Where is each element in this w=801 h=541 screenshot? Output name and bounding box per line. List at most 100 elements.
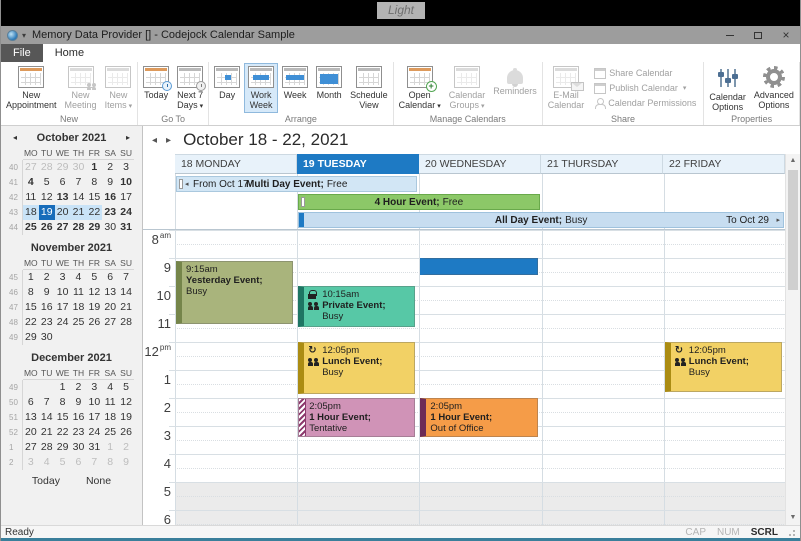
previous-period-button[interactable]: ◂ [152,135,157,146]
mini-calendar-day[interactable]: 15 [86,190,102,205]
mini-calendar-day[interactable]: 29 [23,330,39,345]
mini-calendar-day[interactable]: 14 [71,190,87,205]
mini-calendar-day[interactable]: 14 [118,285,134,300]
mini-calendar-day[interactable]: 17 [55,300,71,315]
next-month-icon[interactable]: ▸ [122,133,134,142]
mini-calendar-day[interactable]: 30 [102,220,118,235]
next-period-button[interactable]: ▸ [166,135,171,146]
previous-month-icon[interactable]: ◂ [9,133,21,142]
event-resize-handle[interactable] [301,197,305,207]
mini-calendar-day[interactable]: 25 [23,220,39,235]
mini-calendar-day[interactable]: 3 [23,455,39,470]
mini-calendar-day[interactable]: 24 [118,205,134,220]
mini-calendar-day[interactable]: 8 [23,285,39,300]
mini-calendar-day[interactable]: 30 [71,440,87,455]
mini-calendar-day[interactable]: 20 [23,425,39,440]
mini-calendar-day[interactable]: 7 [118,270,134,285]
all-day-event-multi-day-event[interactable]: ◂From Oct 17Multi Day Event;Free [176,176,417,192]
mini-calendar-day[interactable]: 4 [102,380,118,395]
day-header-21-thursday[interactable]: 21 THURSDAY [541,154,663,174]
mini-calendar-day[interactable]: 7 [86,455,102,470]
mini-calendar-day[interactable]: 6 [23,395,39,410]
mini-calendar-day[interactable]: 18 [102,410,118,425]
mini-calendar-day[interactable]: 4 [39,455,55,470]
mini-calendar-day[interactable]: 21 [118,300,134,315]
mini-calendar-day[interactable]: 28 [39,160,55,175]
mini-calendar-day[interactable]: 29 [55,160,71,175]
mini-calendar-day[interactable]: 1 [55,380,71,395]
event-1-hour-event-out-of-office[interactable]: 2:05pm1 Hour Event;Out of Office [420,398,537,437]
event-lunch-event-busy[interactable]: ↻12:05pmLunch Event;Busy [665,342,782,392]
week-button[interactable]: Week [278,63,312,113]
all-day-event-all-day-event[interactable]: All Day Event;BusyTo Oct 29▸ [298,212,784,228]
mini-calendar-day[interactable]: 6 [102,270,118,285]
open-calendar-button[interactable]: +OpenCalendar▾ [395,63,445,113]
day-header-20-wednesday[interactable]: 20 WEDNESDAY [419,154,541,174]
mini-calendar-day[interactable]: 8 [86,175,102,190]
next-7-days-button[interactable]: Next 7Days▾ [173,63,207,113]
mini-calendar-day[interactable]: 4 [23,175,39,190]
mini-calendar-day[interactable]: 7 [71,175,87,190]
mini-calendar-day[interactable]: 5 [118,380,134,395]
mini-calendar-day[interactable]: 11 [23,190,39,205]
mini-calendar-day[interactable]: 18 [23,205,39,220]
mini-calendar-day[interactable]: 2 [39,270,55,285]
mini-calendar-day[interactable]: 12 [39,190,55,205]
mini-calendar-day[interactable]: 9 [118,455,134,470]
mini-calendar-day[interactable]: 1 [86,160,102,175]
calendar-groups-button[interactable]: CalendarGroups▾ [445,63,490,113]
tab-home[interactable]: Home [43,44,96,62]
vertical-scrollbar[interactable]: ▲▼ [785,154,800,525]
mini-calendar-day[interactable]: 15 [55,410,71,425]
mini-calendar-day[interactable]: 13 [55,190,71,205]
mini-calendar-day[interactable]: 9 [71,395,87,410]
mini-calendar-day[interactable]: 28 [71,220,87,235]
mini-calendar-day[interactable]: 31 [86,440,102,455]
all-day-event-4-hour-event[interactable]: 4 Hour Event;Free [298,194,539,210]
mini-calendar-day[interactable]: 30 [71,160,87,175]
mini-calendar-day[interactable]: 24 [55,315,71,330]
mini-calendar-day[interactable]: 23 [39,315,55,330]
day-header-22-friday[interactable]: 22 FRIDAY [663,154,785,174]
mini-calendar-day[interactable]: 5 [39,175,55,190]
advanced-options-button[interactable]: AdvancedOptions [750,63,798,113]
mini-calendar-day[interactable]: 19 [118,410,134,425]
mini-calendar-day[interactable]: 25 [102,425,118,440]
mini-calendar-day[interactable]: 5 [86,270,102,285]
mini-calendar-day[interactable]: 3 [55,270,71,285]
mini-calendar-day[interactable]: 4 [71,270,87,285]
mini-calendar-day[interactable]: 16 [71,410,87,425]
mini-calendar-day[interactable]: 27 [23,160,39,175]
mini-calendar-day[interactable]: 25 [71,315,87,330]
event-lunch-event-busy[interactable]: ↻12:05pmLunch Event;Busy [298,342,415,394]
mini-calendar-day[interactable]: 26 [86,315,102,330]
day-header-18-monday[interactable]: 18 MONDAY [175,154,297,174]
day-button[interactable]: Day [210,63,244,113]
work-week-button[interactable]: WorkWeek [244,63,278,113]
mini-calendar-day[interactable]: 2 [71,380,87,395]
scroll-down-icon[interactable]: ▼ [786,511,800,525]
mini-calendar-day[interactable]: 15 [23,300,39,315]
mini-calendar-day[interactable]: 9 [102,175,118,190]
calendar-options-button[interactable]: CalendarOptions [705,63,750,113]
scrollbar-thumb[interactable] [788,170,798,290]
minimize-button[interactable] [716,26,744,44]
mini-calendar-day[interactable]: 22 [55,425,71,440]
quick-access-caret-icon[interactable]: ▾ [22,31,26,40]
new-items-button[interactable]: NewItems▾ [101,63,137,113]
mini-calendar-day[interactable]: 2 [118,440,134,455]
mini-calendar-day[interactable]: 27 [102,315,118,330]
mini-calendar-day[interactable]: 27 [55,220,71,235]
mini-calendar-day[interactable]: 27 [23,440,39,455]
mini-calendar-day[interactable]: 30 [39,330,55,345]
mini-calendar-day[interactable]: 2 [102,160,118,175]
mini-calendar-day[interactable]: 26 [39,220,55,235]
new-meeting-button[interactable]: NewMeeting [61,63,101,113]
close-button[interactable]: × [772,26,800,44]
scroll-up-icon[interactable]: ▲ [786,154,800,168]
e-mail-calendar-button[interactable]: E-MailCalendar [544,63,589,113]
mini-calendar-day[interactable]: 11 [102,395,118,410]
mini-calendar-day[interactable]: 21 [71,205,87,220]
mini-calendar-day[interactable]: 20 [102,300,118,315]
schedule-view-button[interactable]: ScheduleView [346,63,392,113]
